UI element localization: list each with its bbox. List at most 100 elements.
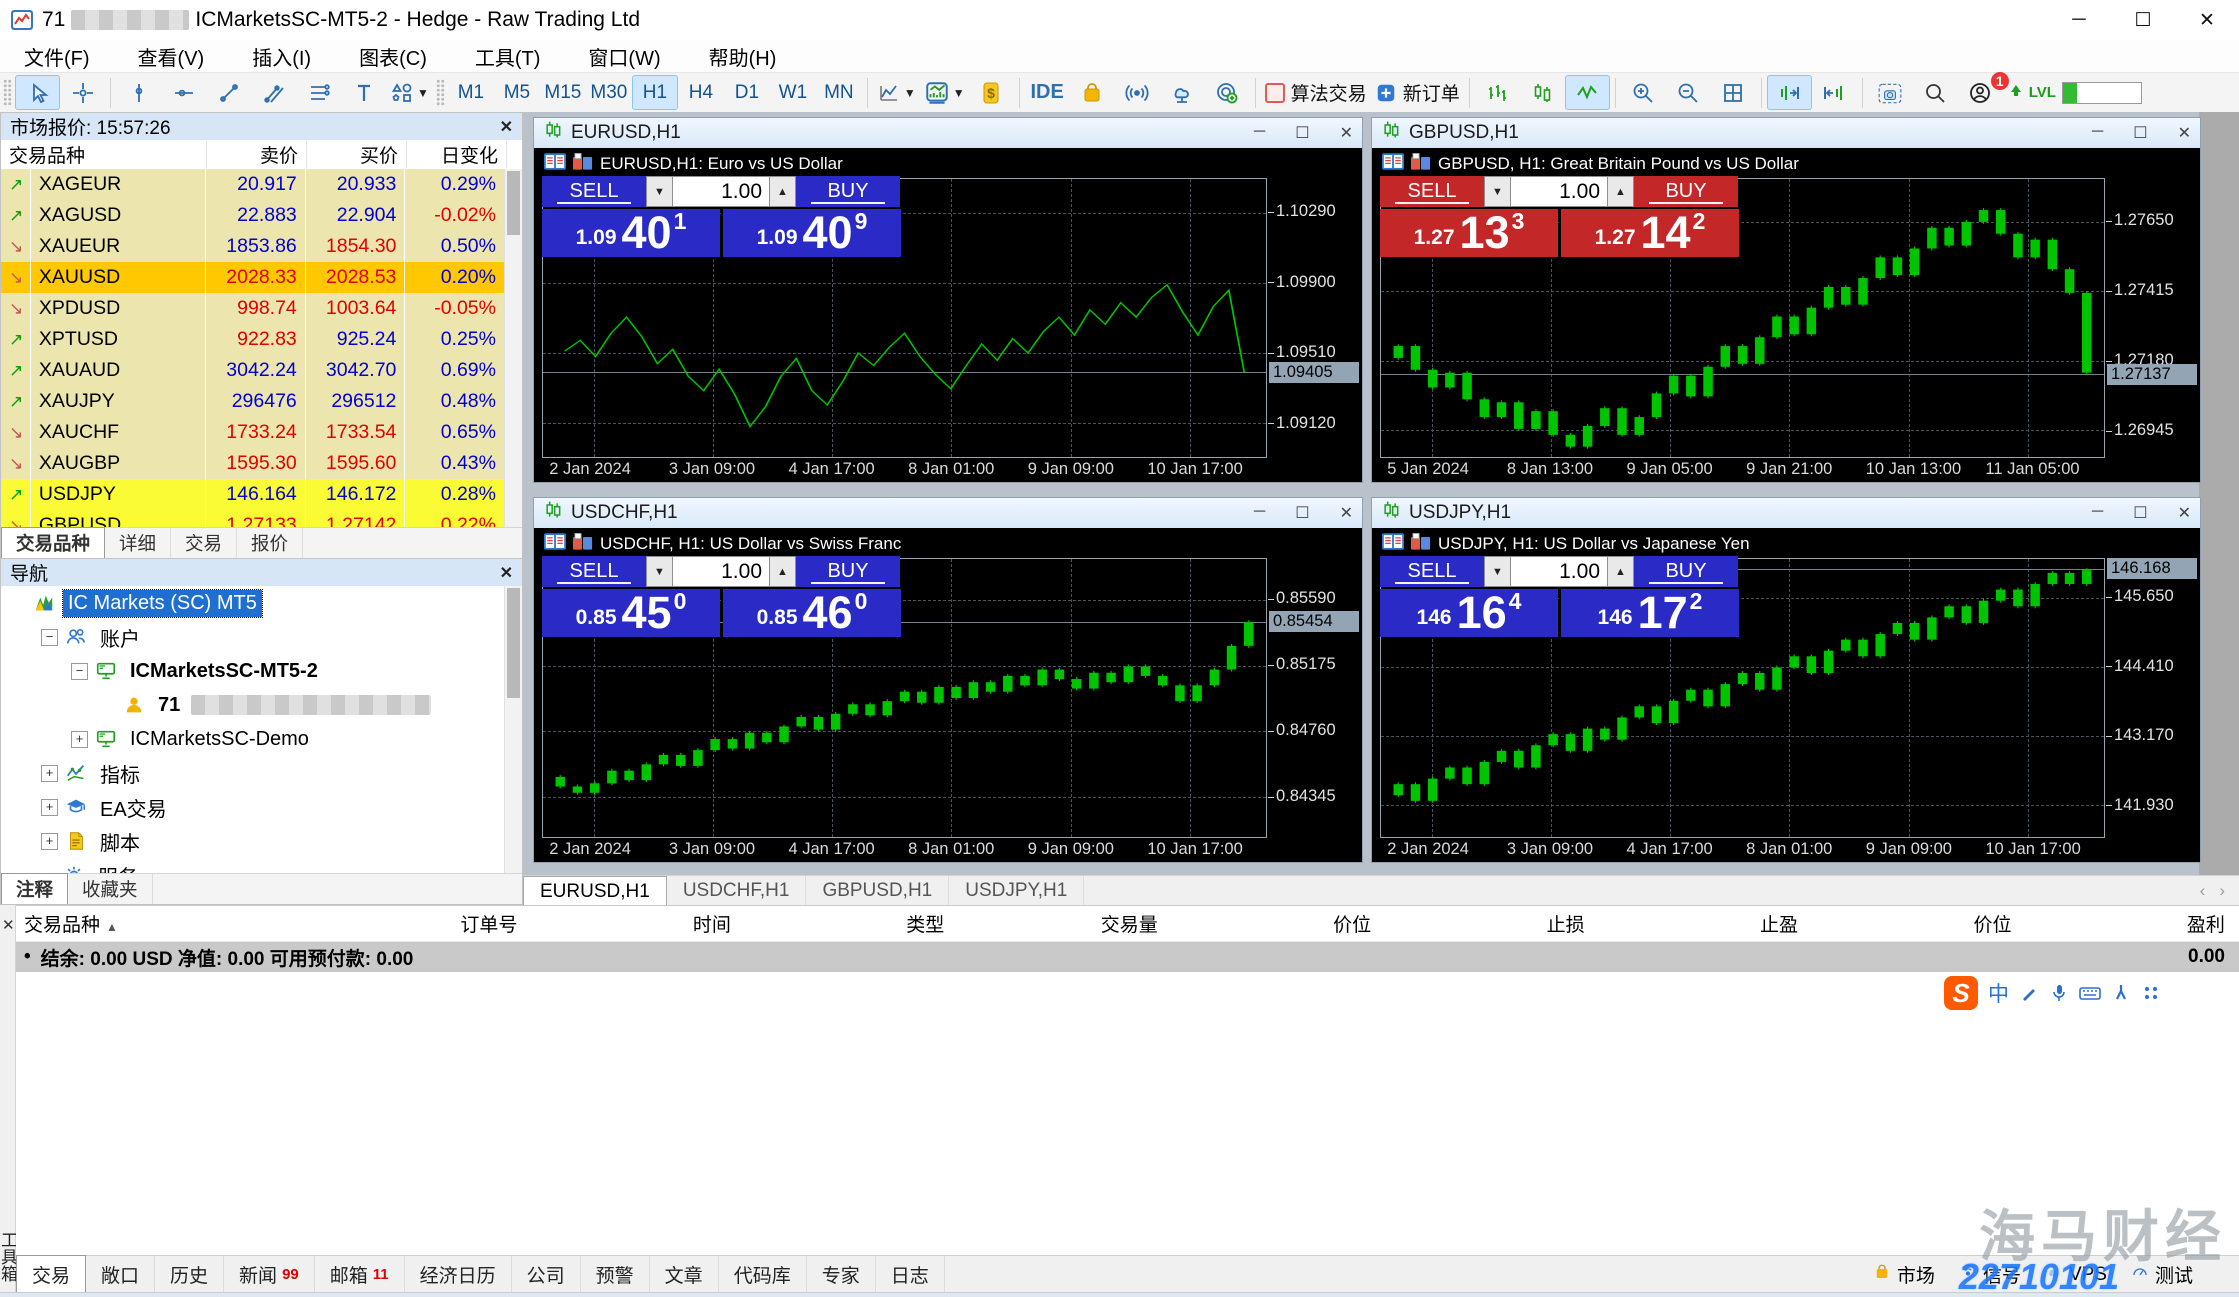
crosshair-tool-icon[interactable]: [60, 75, 105, 110]
toolbox-tab-经济日历[interactable]: 经济日历: [405, 1256, 512, 1293]
chart-window-titlebar[interactable]: EURUSD,H1─☐✕: [534, 118, 1362, 148]
column-header-2[interactable]: 买价: [307, 141, 407, 168]
one-click-trading-icon[interactable]: [573, 533, 593, 555]
vertical-line-tool-icon[interactable]: [116, 75, 161, 110]
shift-back-icon[interactable]: [1812, 75, 1857, 110]
maximize-button[interactable]: ☐: [2111, 0, 2175, 40]
toolbox-tab-历史[interactable]: 历史: [155, 1256, 224, 1293]
sogou-logo-icon[interactable]: S: [1944, 976, 1978, 1010]
status-item-0[interactable]: 市场: [1873, 1261, 1935, 1288]
radar-add-icon[interactable]: [1205, 75, 1250, 110]
chart-close-button[interactable]: ✕: [2178, 503, 2191, 523]
menu-item-2[interactable]: 插入(I): [228, 40, 335, 72]
screenshot-icon[interactable]: [1868, 75, 1913, 110]
expand-icon[interactable]: +: [71, 731, 88, 748]
market-watch-row[interactable]: ↘XAUEUR1853.861854.300.50%: [1, 231, 505, 262]
column-header-0[interactable]: 交易品种: [1, 141, 207, 168]
chart-tab-usdchf-h1[interactable]: USDCHF,H1: [667, 876, 807, 906]
channel-tool-icon[interactable]: [251, 75, 296, 110]
toolbox-tab-新闻[interactable]: 新闻99: [224, 1256, 315, 1293]
buy-price-box[interactable]: 1.09409: [723, 209, 901, 257]
dollar-icon[interactable]: $: [969, 75, 1014, 110]
timeframe-m1[interactable]: M1: [448, 75, 494, 110]
market-watch-row[interactable]: ↘GBPUSD1.271331.271420.22%: [1, 510, 505, 528]
buy-button[interactable]: BUY: [1634, 176, 1738, 207]
buy-button[interactable]: BUY: [796, 176, 900, 207]
navigator-tab-注释[interactable]: 注释: [1, 873, 68, 904]
chart-tab-usdjpy-h1[interactable]: USDJPY,H1: [949, 876, 1084, 906]
chart-minimize-button[interactable]: ─: [1254, 503, 1265, 523]
ime-grid-icon[interactable]: [2141, 983, 2161, 1003]
toolbox-tab-日志[interactable]: 日志: [876, 1256, 945, 1293]
indicators-icon[interactable]: ▼: [920, 75, 969, 110]
tree-item-ind[interactable]: +指标: [1, 756, 505, 790]
market-watch-row[interactable]: ↘XAUGBP1595.301595.600.43%: [1, 448, 505, 479]
toolbox-tab-预警[interactable]: 预警: [581, 1256, 650, 1293]
column-header-1[interactable]: 卖价: [207, 141, 307, 168]
market-watch-tab-报价[interactable]: 报价: [237, 528, 303, 558]
line-chart-type-icon[interactable]: [1565, 75, 1610, 110]
ime-chinese-mode-icon[interactable]: 中: [1988, 978, 2009, 1008]
chart-close-button[interactable]: ✕: [2178, 123, 2191, 143]
toolbox-close-icon[interactable]: ✕: [2, 916, 15, 934]
text-tool-icon[interactable]: [341, 75, 386, 110]
close-button[interactable]: ✕: [2175, 0, 2239, 40]
navigator-close-icon[interactable]: ✕: [500, 563, 513, 583]
tree-item-ea[interactable]: +EA交易: [1, 790, 505, 824]
zoom-in-icon[interactable]: [1621, 75, 1666, 110]
cloud-icon[interactable]: [1160, 75, 1205, 110]
minimize-button[interactable]: ─: [2047, 0, 2111, 40]
trade-column-6[interactable]: 止损: [1371, 910, 1584, 937]
tree-item-acct[interactable]: −账户: [1, 620, 505, 654]
timeframe-mn[interactable]: MN: [816, 75, 862, 110]
tree-item-script[interactable]: +脚本: [1, 824, 505, 858]
market-watch-row[interactable]: ↗USDJPY146.164146.1720.28%: [1, 479, 505, 510]
navigator-scrollbar[interactable]: [504, 586, 522, 874]
trade-column-7[interactable]: 止盈: [1585, 910, 1798, 937]
market-bag-icon[interactable]: [1070, 75, 1115, 110]
menu-item-1[interactable]: 查看(V): [114, 40, 229, 72]
expand-icon[interactable]: +: [41, 833, 58, 850]
bar-chart-type-icon[interactable]: [1475, 75, 1520, 110]
sell-button[interactable]: SELL: [1380, 556, 1484, 587]
timeframe-m5[interactable]: M5: [494, 75, 540, 110]
chart-minimize-button[interactable]: ─: [1254, 123, 1265, 143]
sell-button[interactable]: SELL: [542, 176, 646, 207]
search-icon[interactable]: [1913, 75, 1958, 110]
market-watch-row[interactable]: ↗XAGUSD22.88322.904-0.02%: [1, 200, 505, 231]
depth-of-market-icon[interactable]: [544, 153, 566, 175]
trade-column-2[interactable]: 时间: [517, 910, 730, 937]
scrollbar-thumb[interactable]: [507, 588, 520, 698]
toolbox-tab-专家[interactable]: 专家: [807, 1256, 876, 1293]
scrollbar-thumb[interactable]: [507, 171, 520, 235]
tile-windows-icon[interactable]: [1711, 75, 1756, 110]
timeframe-d1[interactable]: D1: [724, 75, 770, 110]
tree-item-server[interactable]: +ICMarketsSC-Demo: [1, 722, 505, 756]
trade-column-3[interactable]: 类型: [731, 910, 944, 937]
expand-icon[interactable]: +: [41, 765, 58, 782]
timeframe-h1[interactable]: H1: [632, 75, 678, 110]
sell-price-box[interactable]: 146164: [1380, 589, 1558, 637]
shift-end-icon[interactable]: [1767, 75, 1812, 110]
volume-decrease-icon[interactable]: ▼: [646, 556, 673, 587]
trade-column-8[interactable]: 价位: [1798, 910, 2011, 937]
trade-column-5[interactable]: 价位: [1158, 910, 1371, 937]
timeframe-w1[interactable]: W1: [770, 75, 816, 110]
scroll-left-icon[interactable]: ‹: [2200, 881, 2206, 901]
tree-item-gear[interactable]: 服务: [1, 858, 505, 874]
volume-decrease-icon[interactable]: ▼: [1484, 556, 1511, 587]
volume-increase-icon[interactable]: ▲: [769, 176, 796, 207]
chart-type-icon[interactable]: ▼: [873, 75, 920, 110]
menu-item-6[interactable]: 帮助(H): [685, 40, 801, 72]
timeframe-h4[interactable]: H4: [678, 75, 724, 110]
timeframe-m30[interactable]: M30: [586, 75, 632, 110]
market-watch-tab-交易品种[interactable]: 交易品种: [1, 527, 105, 558]
volume-decrease-icon[interactable]: ▼: [646, 176, 673, 207]
chart-close-button[interactable]: ✕: [1340, 503, 1353, 523]
navigator-tab-收藏夹[interactable]: 收藏夹: [68, 874, 153, 904]
chart-maximize-button[interactable]: ☐: [2133, 503, 2147, 523]
toolbox-tab-邮箱[interactable]: 邮箱11: [315, 1256, 405, 1293]
menu-item-4[interactable]: 工具(T): [451, 40, 565, 72]
trade-column-4[interactable]: 交易量: [944, 910, 1157, 937]
signals-icon[interactable]: [1115, 75, 1160, 110]
